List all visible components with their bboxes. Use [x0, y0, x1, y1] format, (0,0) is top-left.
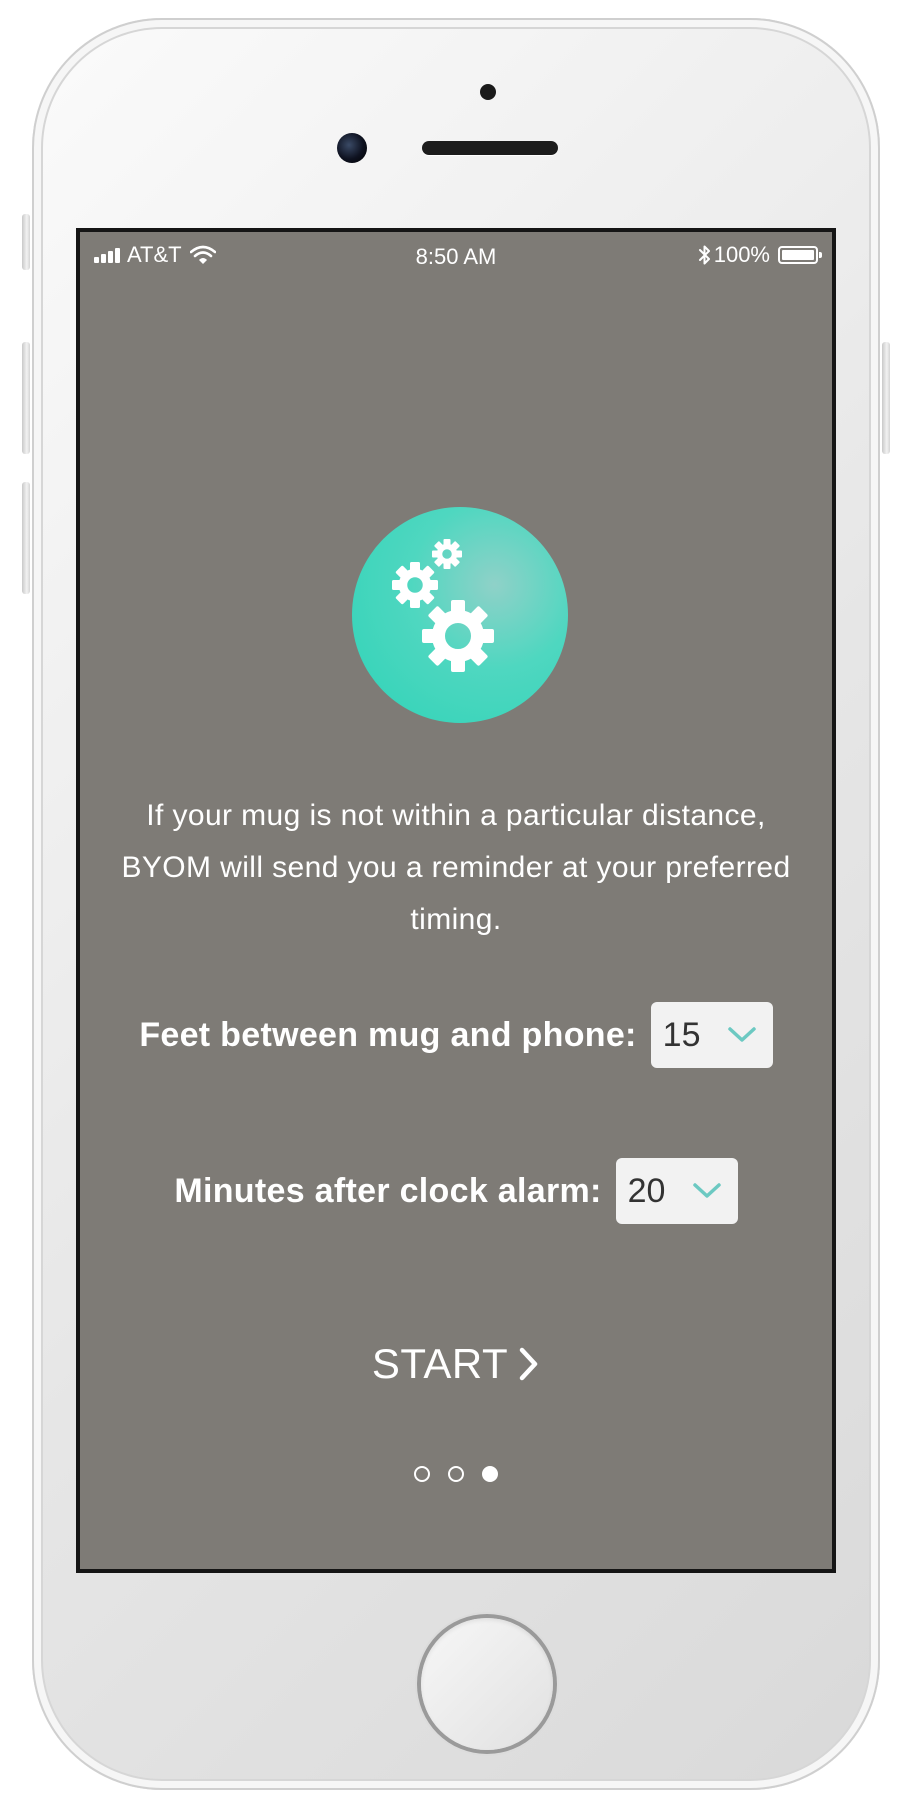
page-dot-1[interactable] — [414, 1466, 430, 1482]
volume-down-button — [22, 482, 30, 594]
chevron-down-icon — [727, 1026, 757, 1044]
feet-value: 15 — [662, 1015, 701, 1054]
minutes-value: 20 — [627, 1171, 666, 1210]
status-right: 100% — [698, 242, 822, 267]
gears-icon — [352, 507, 568, 723]
minutes-label: Minutes after clock alarm: — [174, 1171, 602, 1210]
page-dot-3[interactable] — [482, 1466, 498, 1482]
chevron-down-icon — [692, 1182, 722, 1200]
chevron-right-icon — [518, 1347, 540, 1381]
feet-label: Feet between mug and phone: — [139, 1015, 637, 1054]
gears-icon-graphic — [392, 539, 494, 672]
page-indicator — [80, 1466, 832, 1482]
home-button[interactable] — [421, 1618, 553, 1750]
minutes-setting-row: Minutes after clock alarm: 20 — [80, 1158, 832, 1224]
status-bar: AT&T 8:50 AM 100% — [80, 232, 832, 276]
battery-percent: 100% — [713, 242, 770, 267]
silent-switch — [22, 214, 30, 270]
minutes-select[interactable]: 20 — [615, 1158, 738, 1224]
earpiece-speaker — [422, 141, 558, 155]
page-dot-2[interactable] — [448, 1466, 464, 1482]
battery-icon — [778, 246, 822, 264]
start-button[interactable]: START — [80, 1340, 832, 1388]
feet-setting-row: Feet between mug and phone: 15 — [80, 1002, 832, 1068]
proximity-sensor — [480, 84, 496, 100]
bluetooth-icon — [698, 244, 712, 266]
start-label: START — [371, 1340, 509, 1387]
feet-select[interactable]: 15 — [650, 1002, 773, 1068]
instruction-text: If your mug is not within a particular d… — [121, 799, 791, 936]
front-camera — [337, 133, 367, 163]
app-screen: AT&T 8:50 AM 100% If your mug is not wit… — [76, 228, 836, 1573]
power-button — [882, 342, 890, 454]
volume-up-button — [22, 342, 30, 454]
